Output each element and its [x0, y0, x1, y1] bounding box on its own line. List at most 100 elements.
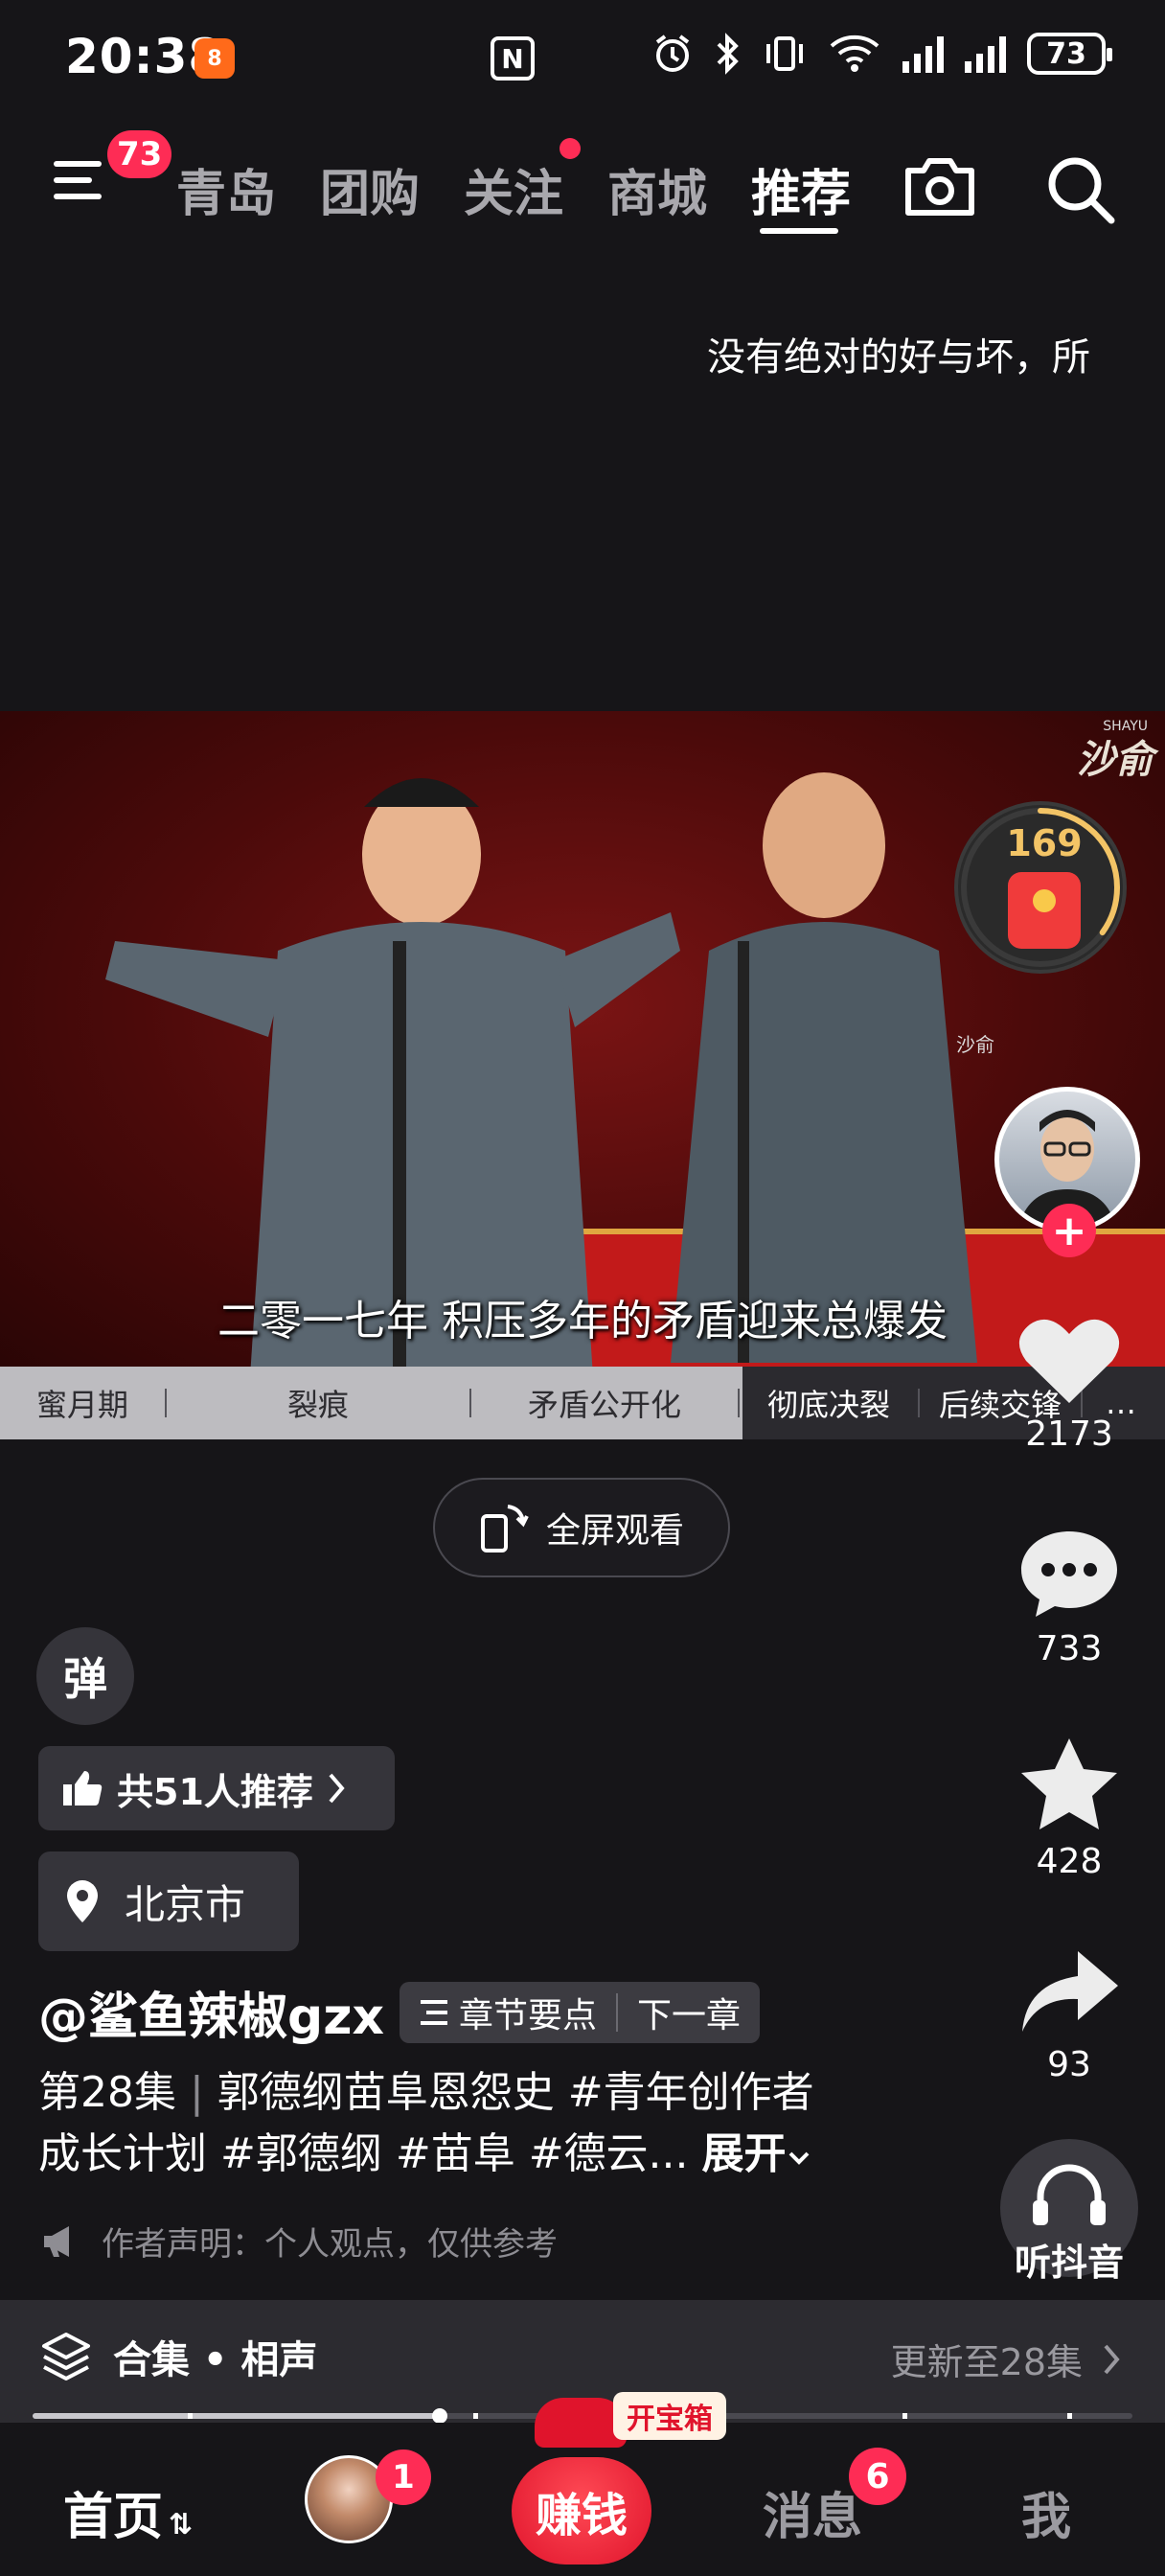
wifi-icon [830, 34, 879, 72]
share-icon [1022, 1951, 1118, 2032]
fullscreen-button[interactable]: 全屏观看 [433, 1478, 730, 1577]
top-nav: 73 青岛 团购 关注 商城 推荐 [0, 130, 1165, 240]
video-description[interactable]: 第28集 | 郭德纲苗阜恩怨史 #青年创作者 成长计划 #郭德纲 #苗阜 #德云… [38, 2062, 881, 2185]
danmu-button[interactable]: 弹 [36, 1627, 134, 1725]
progress-chapter-tick [188, 2413, 193, 2419]
nav-messages[interactable]: 消息 [763, 2476, 862, 2548]
tab-recommend[interactable]: 推荐 [751, 153, 851, 225]
share-count: 93 [1047, 2045, 1091, 2084]
chapter-points-button[interactable]: 章节要点 [400, 1982, 616, 2043]
favorite-count: 428 [1036, 1842, 1103, 1881]
share-button[interactable]: 93 [1002, 1945, 1136, 2084]
alarm-icon [655, 34, 690, 72]
expand-button[interactable]: 展开 [702, 2129, 787, 2178]
author-name[interactable]: @鲨鱼辣椒gzx [38, 1976, 384, 2048]
location-label: 北京市 [125, 1880, 246, 1928]
app-notification-icon: 8 [194, 38, 235, 79]
playback-progress-fill [33, 2413, 440, 2419]
chapter-item[interactable]: 蜜月期 [0, 1367, 165, 1439]
performer-right [671, 772, 977, 1363]
thumbs-up-icon [63, 1771, 103, 1806]
location-pill[interactable]: 北京市 [38, 1852, 299, 1951]
bottom-nav: 首页 ⇅ 1 赚钱 开宝箱 消息 6 我 [0, 2392, 1165, 2576]
tab-group-buy[interactable]: 团购 [320, 153, 420, 225]
next-chapter-button[interactable]: 下一章 [618, 1982, 760, 2043]
fullscreen-label: 全屏观看 [545, 1511, 684, 1551]
red-packet-count: 169 [1006, 822, 1083, 864]
messages-badge: 6 [849, 2448, 906, 2505]
chapter-points-label: 章节要点 [459, 1995, 598, 2036]
active-tab-indicator [760, 228, 838, 234]
like-count: 2173 [1025, 1414, 1113, 1454]
author-row: @鲨鱼辣椒gzx 章节要点 下一章 [38, 1976, 761, 2048]
tab-mall[interactable]: 商城 [607, 153, 707, 225]
location-pin-icon [67, 1880, 98, 1922]
signal-icon-1 [902, 34, 944, 73]
recommend-label: 共51人推荐 [117, 1770, 313, 1813]
comment-count: 733 [1036, 1629, 1103, 1668]
battery-indicator: 73 [1027, 33, 1112, 75]
collection-label: 合集 • 相声 [113, 2338, 318, 2382]
list-icon [421, 1999, 448, 2025]
chapter-bar: 蜜月期 裂痕 矛盾公开化 彻底决裂 后续交锋 … [0, 1367, 1165, 1439]
tab-qingdao[interactable]: 青岛 [176, 153, 276, 225]
layers-icon [42, 2333, 90, 2380]
camera-icon[interactable] [902, 155, 977, 218]
treasure-chest-tag[interactable]: 开宝箱 [613, 2392, 726, 2440]
star-icon [1021, 1738, 1117, 1829]
desc-line2: 成长计划 #郭德纲 #苗阜 #德云... [38, 2129, 689, 2178]
chevron-right-icon [329, 1773, 345, 1804]
desc-title: 郭德纲苗阜恩怨史 #青年创作者 [217, 2068, 814, 2117]
video-watermark-small: 沙俞 [956, 1033, 994, 1056]
bluetooth-icon [717, 33, 739, 75]
author-disclaimer: 作者声明：个人观点，仅供参考 [40, 2218, 558, 2265]
chevron-right-icon [1104, 2344, 1120, 2374]
follow-plus-button[interactable]: + [1042, 1204, 1096, 1257]
nav-home-label: 首页 [63, 2489, 164, 2546]
video-watermark-label: SHAYU [1103, 719, 1148, 734]
playback-scrubber[interactable] [431, 2408, 447, 2424]
chapter-tools: 章节要点 下一章 [400, 1981, 761, 2043]
nav-earn-button[interactable]: 赚钱 [512, 2457, 651, 2564]
progress-chapter-tick [902, 2413, 907, 2419]
chevron-down-icon [788, 2151, 809, 2165]
friends-badge: 1 [376, 2450, 431, 2505]
red-packet-icon [1008, 872, 1081, 949]
video-subtitle: 二零一七年 积压多年的矛盾迎来总爆发 [217, 1297, 948, 1346]
favorite-button[interactable]: 428 [1002, 1735, 1136, 1881]
chapter-item[interactable]: 彻底决裂 [740, 1367, 918, 1439]
rotate-phone-icon [480, 1505, 529, 1552]
megaphone-icon [44, 2225, 69, 2257]
collection-title: 合集 • 相声 [40, 2329, 317, 2384]
red-packet-widget[interactable]: 169 [954, 801, 1127, 974]
menu-badge: 73 [107, 130, 172, 178]
comment-button[interactable]: 733 [1002, 1526, 1136, 1668]
progress-chapter-tick [1067, 2413, 1072, 2419]
chapter-item[interactable]: 裂痕 [167, 1367, 469, 1439]
heart-icon [1018, 1319, 1120, 1403]
menu-icon[interactable] [54, 161, 107, 209]
collection-update-label: 更新至28集 [890, 2341, 1083, 2383]
nav-me[interactable]: 我 [1021, 2476, 1071, 2548]
tab-following[interactable]: 关注 [464, 153, 563, 225]
like-button[interactable]: 2173 [1002, 1315, 1136, 1454]
performer-left [105, 778, 680, 1367]
signal-icon-2 [965, 34, 1006, 73]
search-icon[interactable] [1042, 151, 1119, 228]
progress-chapter-tick [473, 2413, 478, 2419]
following-dot [560, 138, 581, 159]
vibrate-icon [766, 36, 803, 71]
collection-update: 更新至28集 [891, 2333, 1123, 2385]
headphones-icon [1033, 2164, 1106, 2225]
chapter-item[interactable]: 矛盾公开化 [471, 1367, 738, 1439]
status-bar: 20:38 8 N 73 [0, 0, 1165, 115]
status-icons: 73 [651, 33, 1112, 75]
recommend-pill[interactable]: 共51人推荐 [38, 1746, 395, 1830]
nfc-icon: N [491, 36, 535, 80]
swap-icon: ⇅ [169, 2508, 194, 2542]
nav-home[interactable]: 首页 ⇅ [63, 2476, 193, 2548]
scrolling-caption: 没有绝对的好与坏，所 [707, 335, 1090, 380]
video-watermark: 沙俞 [1077, 738, 1154, 782]
disclaimer-text: 作者声明：个人观点，仅供参考 [102, 2225, 558, 2264]
episode-label: 第28集 [38, 2068, 176, 2117]
